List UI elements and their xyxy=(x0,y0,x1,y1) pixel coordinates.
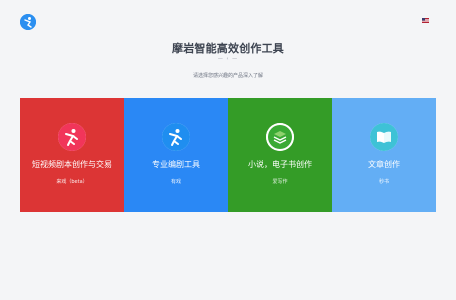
logo-icon[interactable] xyxy=(20,14,36,30)
product-card-tag: 来戏（beta） xyxy=(56,179,88,185)
page-subtitle: 请选择您感兴趣的产品深入了解 xyxy=(192,73,263,79)
film-reel-icon xyxy=(162,123,190,151)
product-card-screenwriting[interactable]: 专业编剧工具 有戏 xyxy=(124,98,228,212)
product-card-title: 小说，电子书创作 xyxy=(248,160,312,169)
product-card-tag: 爱写作 xyxy=(272,179,288,185)
product-card-novel[interactable]: 小说，电子书创作 爱写作 xyxy=(228,98,332,212)
product-card-short-video[interactable]: 短视频剧本创作与交易 来戏（beta） xyxy=(20,98,124,212)
open-book-icon xyxy=(370,123,398,151)
product-card-tag: 秒书 xyxy=(378,179,389,185)
us-flag-icon[interactable] xyxy=(422,18,429,23)
product-card-title: 专业编剧工具 xyxy=(152,160,200,169)
dancer-icon xyxy=(58,123,86,151)
product-card-title: 短视频剧本创作与交易 xyxy=(32,160,112,169)
product-cards: 短视频剧本创作与交易 来戏（beta） 专业编剧工具 有戏 小说，电子书创作 爱… xyxy=(20,98,436,212)
page-title: 摩岩智能高效创作工具 xyxy=(172,42,284,55)
product-card-tag: 有戏 xyxy=(170,179,181,185)
product-card-title: 文章创作 xyxy=(368,160,400,169)
product-card-article[interactable]: 文章创作 秒书 xyxy=(332,98,436,212)
title-divider: — ‹ — xyxy=(217,56,239,62)
stacked-books-icon xyxy=(266,123,294,151)
